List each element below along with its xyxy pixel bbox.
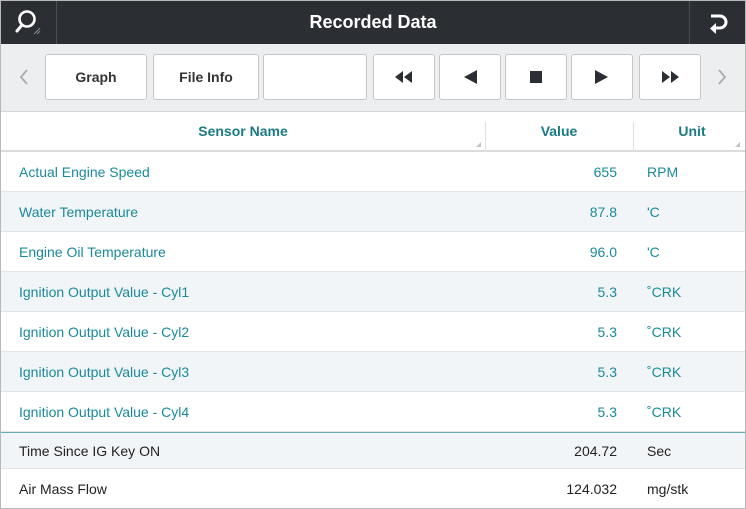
table-row[interactable]: Water Temperature 87.8 'C xyxy=(1,192,745,232)
sensor-name: Air Mass Flow xyxy=(19,481,107,497)
sensor-table-body: Actual Engine Speed 655 RPM Water Temper… xyxy=(1,152,745,508)
sensor-unit: ˚CRK xyxy=(647,364,682,380)
sensor-unit: mg/stk xyxy=(647,481,689,497)
sensor-value: 5.3 xyxy=(597,324,617,340)
scroll-left-button[interactable] xyxy=(9,54,39,100)
chevron-left-icon xyxy=(19,69,28,85)
sensor-value: 5.3 xyxy=(597,364,617,380)
table-row[interactable]: Actual Engine Speed 655 RPM xyxy=(1,152,745,192)
sensor-value: 204.72 xyxy=(574,443,617,459)
resize-handle-icon[interactable] xyxy=(476,142,481,147)
sensor-name: Ignition Output Value - Cyl3 xyxy=(19,364,190,380)
page-title: Recorded Data xyxy=(309,12,437,32)
stop-icon xyxy=(530,71,542,83)
title-bar: Recorded Data xyxy=(1,1,745,44)
rewind-icon xyxy=(395,71,412,83)
sensor-name: Time Since IG Key ON xyxy=(19,443,161,459)
play-button[interactable] xyxy=(571,54,633,100)
previous-button[interactable] xyxy=(439,54,501,100)
sensor-unit: ˚CRK xyxy=(647,404,682,420)
resize-handle-icon[interactable] xyxy=(735,142,740,147)
sensor-unit: Sec xyxy=(647,443,672,459)
graph-button[interactable]: Graph xyxy=(45,54,147,100)
blank-button[interactable] xyxy=(263,54,367,100)
sensor-unit: 'C xyxy=(647,204,660,220)
column-divider xyxy=(633,122,634,152)
sensor-unit: RPM xyxy=(647,164,679,180)
table-row[interactable]: Time Since IG Key ON 204.72 Sec xyxy=(1,432,745,469)
sensor-name: Water Temperature xyxy=(19,204,139,220)
search-button[interactable] xyxy=(1,1,57,44)
sensor-value: 5.3 xyxy=(597,284,617,300)
file-info-button[interactable]: File Info xyxy=(153,54,259,100)
sensor-value: 96.0 xyxy=(589,244,617,260)
sensor-name: Engine Oil Temperature xyxy=(19,244,166,260)
fast-forward-button[interactable] xyxy=(639,54,701,100)
scroll-right-button[interactable] xyxy=(707,54,737,100)
sensor-value: 124.032 xyxy=(566,481,617,497)
table-row[interactable]: Ignition Output Value - Cyl4 5.3 ˚CRK xyxy=(1,392,745,432)
stop-button[interactable] xyxy=(505,54,567,100)
table-row[interactable]: Ignition Output Value - Cyl3 5.3 ˚CRK xyxy=(1,352,745,392)
play-reverse-icon xyxy=(464,70,477,84)
recorded-data-screen: Recorded Data Graph File Info Sensor Nam… xyxy=(0,0,746,509)
column-header-value[interactable]: Value xyxy=(485,112,633,150)
sensor-name: Ignition Output Value - Cyl1 xyxy=(19,284,190,300)
table-row[interactable]: Ignition Output Value - Cyl2 5.3 ˚CRK xyxy=(1,312,745,352)
sensor-name: Ignition Output Value - Cyl4 xyxy=(19,404,190,420)
chevron-right-icon xyxy=(718,69,727,85)
sensor-value: 655 xyxy=(593,164,617,180)
table-row[interactable]: Ignition Output Value - Cyl1 5.3 ˚CRK xyxy=(1,272,745,312)
fast-forward-icon xyxy=(662,71,679,83)
sensor-unit: 'C xyxy=(647,244,660,260)
sensor-value: 87.8 xyxy=(589,204,617,220)
search-icon xyxy=(15,9,40,34)
sensor-unit: ˚CRK xyxy=(647,284,682,300)
sensor-name: Actual Engine Speed xyxy=(19,164,150,180)
table-row[interactable]: Engine Oil Temperature 96.0 'C xyxy=(1,232,745,272)
table-header: Sensor Name Value Unit xyxy=(1,112,745,152)
table-row[interactable]: Air Mass Flow 124.032 mg/stk xyxy=(1,469,745,508)
sensor-unit: ˚CRK xyxy=(647,324,682,340)
column-header-unit[interactable]: Unit xyxy=(653,112,731,150)
sensor-value: 5.3 xyxy=(597,404,617,420)
back-button[interactable] xyxy=(689,1,745,44)
rewind-button[interactable] xyxy=(373,54,435,100)
play-icon xyxy=(595,70,608,84)
return-arrow-icon xyxy=(709,14,727,34)
column-header-sensor-name[interactable]: Sensor Name xyxy=(1,112,485,150)
toolbar: Graph File Info xyxy=(1,44,745,112)
sensor-name: Ignition Output Value - Cyl2 xyxy=(19,324,190,340)
